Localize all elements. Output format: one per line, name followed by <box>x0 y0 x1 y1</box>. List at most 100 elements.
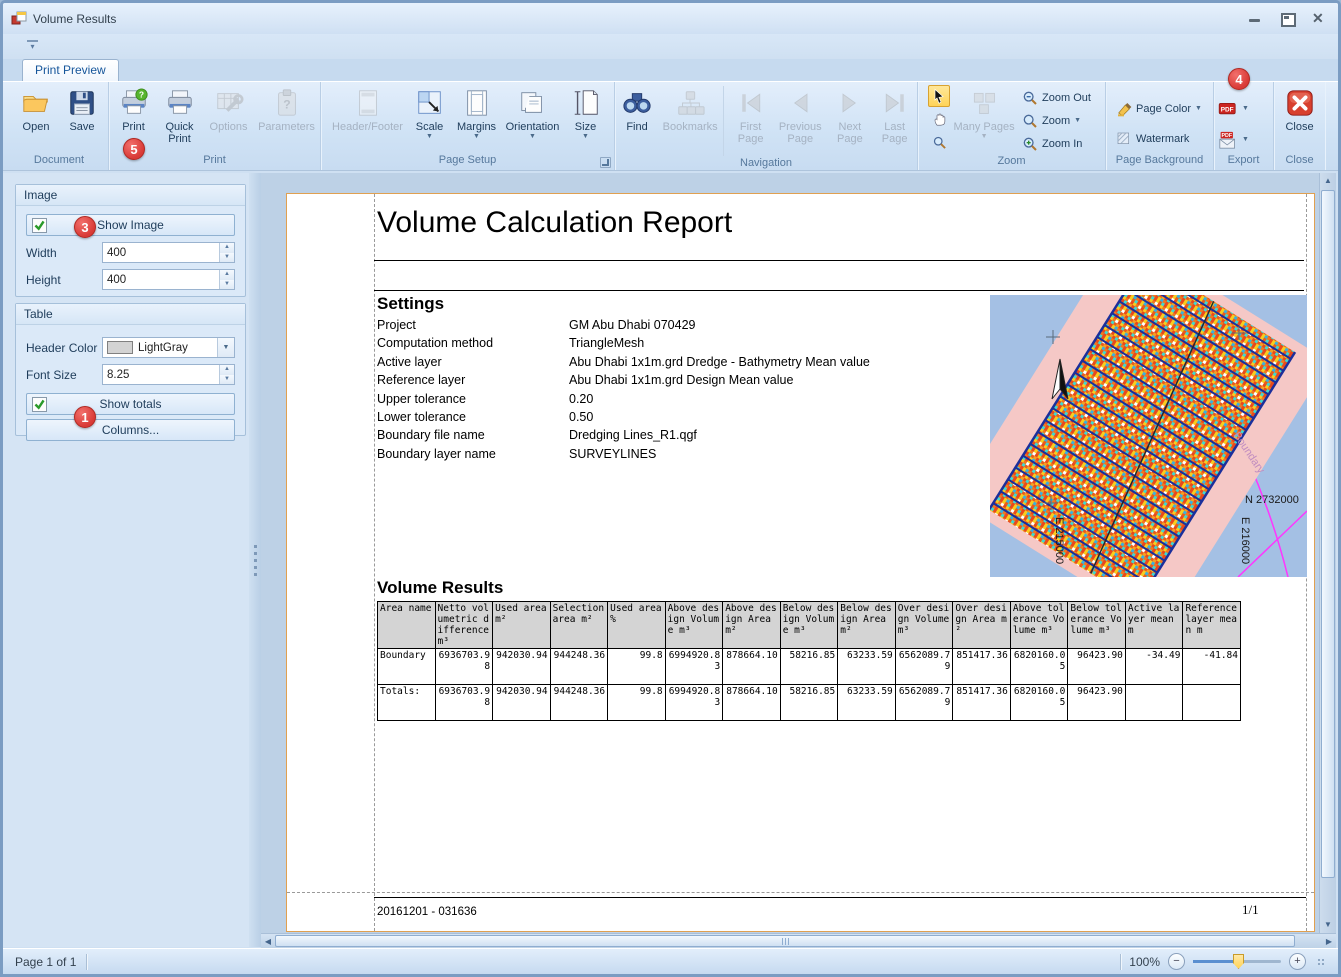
first-page-button[interactable]: First Page <box>728 84 773 145</box>
size-button[interactable]: Size ▼ <box>564 84 608 140</box>
restore-button[interactable] <box>1280 12 1294 24</box>
font-size-field[interactable]: ▲▼ <box>102 364 235 385</box>
page-color-button[interactable]: Page Color ▼ <box>1112 98 1206 119</box>
header-footer-button[interactable]: Header/Footer <box>328 84 408 133</box>
pointer-tool-button[interactable] <box>928 85 950 107</box>
parameters-button[interactable]: ? Parameters <box>255 84 319 133</box>
pdf-file-icon: PDF <box>1218 101 1238 117</box>
preview-page[interactable]: Volume Calculation Report Settings Proje… <box>286 193 1315 932</box>
find-button[interactable]: Find <box>615 84 659 133</box>
last-page-button[interactable]: Last Page <box>872 84 917 145</box>
many-pages-button[interactable]: Many Pages ▼ <box>952 84 1016 140</box>
show-totals-label: Show totals <box>99 397 161 411</box>
bookmarks-button[interactable]: Bookmarks <box>659 84 721 133</box>
header-color-combo[interactable]: LightGray ▼ <box>102 337 235 358</box>
width-input[interactable] <box>103 243 219 262</box>
zoom-slider[interactable] <box>1193 960 1281 963</box>
zoom-button[interactable]: Zoom ▼ <box>1018 110 1095 131</box>
zoom-in-status-button[interactable]: + <box>1289 953 1306 970</box>
columns-button[interactable]: Columns... <box>26 419 235 441</box>
header-rule-1 <box>374 260 1304 261</box>
hand-tool-button[interactable] <box>928 108 950 130</box>
scale-icon <box>414 87 446 119</box>
page-color-icon <box>1116 101 1132 117</box>
next-page-button[interactable]: Next Page <box>827 84 872 145</box>
height-input[interactable] <box>103 270 219 289</box>
close-window-button[interactable]: ✕ <box>1312 12 1326 24</box>
minimize-button[interactable] <box>1248 12 1262 24</box>
quick-print-button[interactable]: Quick Print <box>157 84 203 145</box>
zoom-dropdown-icon: ▼ <box>1074 117 1081 124</box>
orientation-button[interactable]: Orientation ▼ <box>502 84 564 140</box>
vr-cell: 58216.85 <box>780 685 838 721</box>
vr-cell: 942030.94 <box>493 649 551 685</box>
zoom-in-button[interactable]: Zoom In <box>1018 133 1095 154</box>
previous-page-button[interactable]: Previous Page <box>773 84 827 145</box>
options-icon <box>213 87 245 119</box>
group-caption-navigation: Navigation <box>615 156 917 171</box>
zoom-out-button[interactable]: Zoom Out <box>1018 87 1095 108</box>
settings-label: Reference layer <box>377 373 569 391</box>
header-color-dropdown-icon[interactable]: ▼ <box>217 338 234 357</box>
vr-col-header: Used area m² <box>493 602 551 649</box>
options-button[interactable]: Options <box>203 84 255 133</box>
settings-row: Computation methodTriangleMesh <box>377 336 977 354</box>
show-image-checkbox[interactable] <box>32 218 47 233</box>
magnifier-icon <box>932 135 947 150</box>
settings-label: Boundary file name <box>377 428 569 446</box>
resize-grip[interactable] <box>1318 959 1324 965</box>
preview-viewport[interactable]: Volume Calculation Report Settings Proje… <box>261 173 1319 933</box>
horizontal-scrollbar[interactable]: ◀ ▶ <box>261 933 1336 948</box>
scroll-left-arrow[interactable]: ◀ <box>261 934 275 949</box>
page-setup-dialog-launcher[interactable] <box>600 157 611 168</box>
pane-splitter[interactable] <box>249 173 261 947</box>
margins-button[interactable]: Margins ▼ <box>452 84 502 140</box>
vertical-scrollbar[interactable]: ▲ ▼ <box>1319 173 1336 933</box>
vr-cell: Boundary <box>378 649 436 685</box>
magnifier-tool-button[interactable] <box>928 131 950 153</box>
show-image-button[interactable]: Show Image <box>26 214 235 236</box>
ribbon-group-page-background: Page Color ▼ Watermark Page Background <box>1106 82 1214 170</box>
open-button[interactable]: Open <box>13 84 59 133</box>
scroll-down-arrow[interactable]: ▼ <box>1320 917 1336 933</box>
show-totals-button[interactable]: Show totals <box>26 393 235 415</box>
export-email-button[interactable]: PDF ▼ <box>1214 129 1253 150</box>
header-color-label: Header Color <box>26 341 102 355</box>
vr-col-header: Below design Volume m³ <box>780 602 838 649</box>
height-stepper[interactable]: ▲▼ <box>219 270 234 289</box>
watermark-button[interactable]: Watermark <box>1112 128 1193 149</box>
open-folder-icon <box>20 87 52 119</box>
height-field[interactable]: ▲▼ <box>102 269 235 290</box>
export-file-button[interactable]: PDF ▼ <box>1214 98 1253 119</box>
scroll-up-arrow[interactable]: ▲ <box>1320 173 1336 189</box>
qat-customize-icon[interactable]: ▾ <box>27 40 38 51</box>
save-button[interactable]: Save <box>59 84 105 133</box>
survey-map-image: Boundary N 2732000 E 215000 E 216000 <box>990 295 1307 577</box>
options-pane: Image Show Image Width ▲▼ Height ▲▼ <box>3 173 249 947</box>
settings-label: Active layer <box>377 355 569 373</box>
width-stepper[interactable]: ▲▼ <box>219 243 234 262</box>
vr-cell: 6562089.79 <box>895 685 953 721</box>
show-totals-checkbox[interactable] <box>32 397 47 412</box>
vr-col-header: Above tolerance Volume m³ <box>1010 602 1068 649</box>
print-button[interactable]: ? Print <box>111 84 157 133</box>
font-size-input[interactable] <box>103 365 219 384</box>
scale-button[interactable]: Scale ▼ <box>408 84 452 140</box>
vr-cell: 851417.36 <box>953 649 1011 685</box>
tab-print-preview[interactable]: Print Preview <box>22 59 119 81</box>
font-size-stepper[interactable]: ▲▼ <box>219 365 234 384</box>
horizontal-scroll-thumb[interactable] <box>275 935 1295 947</box>
scroll-right-arrow[interactable]: ▶ <box>1322 934 1336 949</box>
vr-col-header: Over design Area m² <box>953 602 1011 649</box>
settings-label: Project <box>377 318 569 336</box>
title-bar[interactable]: Volume Results ✕ <box>3 3 1338 34</box>
vr-cell: 851417.36 <box>953 685 1011 721</box>
size-dropdown-icon: ▼ <box>582 134 589 140</box>
width-field[interactable]: ▲▼ <box>102 242 235 263</box>
zoom-out-status-button[interactable]: − <box>1168 953 1185 970</box>
vr-cell: -34.49 <box>1125 649 1183 685</box>
vertical-scroll-thumb[interactable] <box>1321 190 1335 878</box>
zoom-slider-thumb[interactable] <box>1233 954 1244 969</box>
settings-row: ProjectGM Abu Dhabi 070429 <box>377 318 977 336</box>
close-preview-button[interactable]: Close <box>1277 84 1323 133</box>
